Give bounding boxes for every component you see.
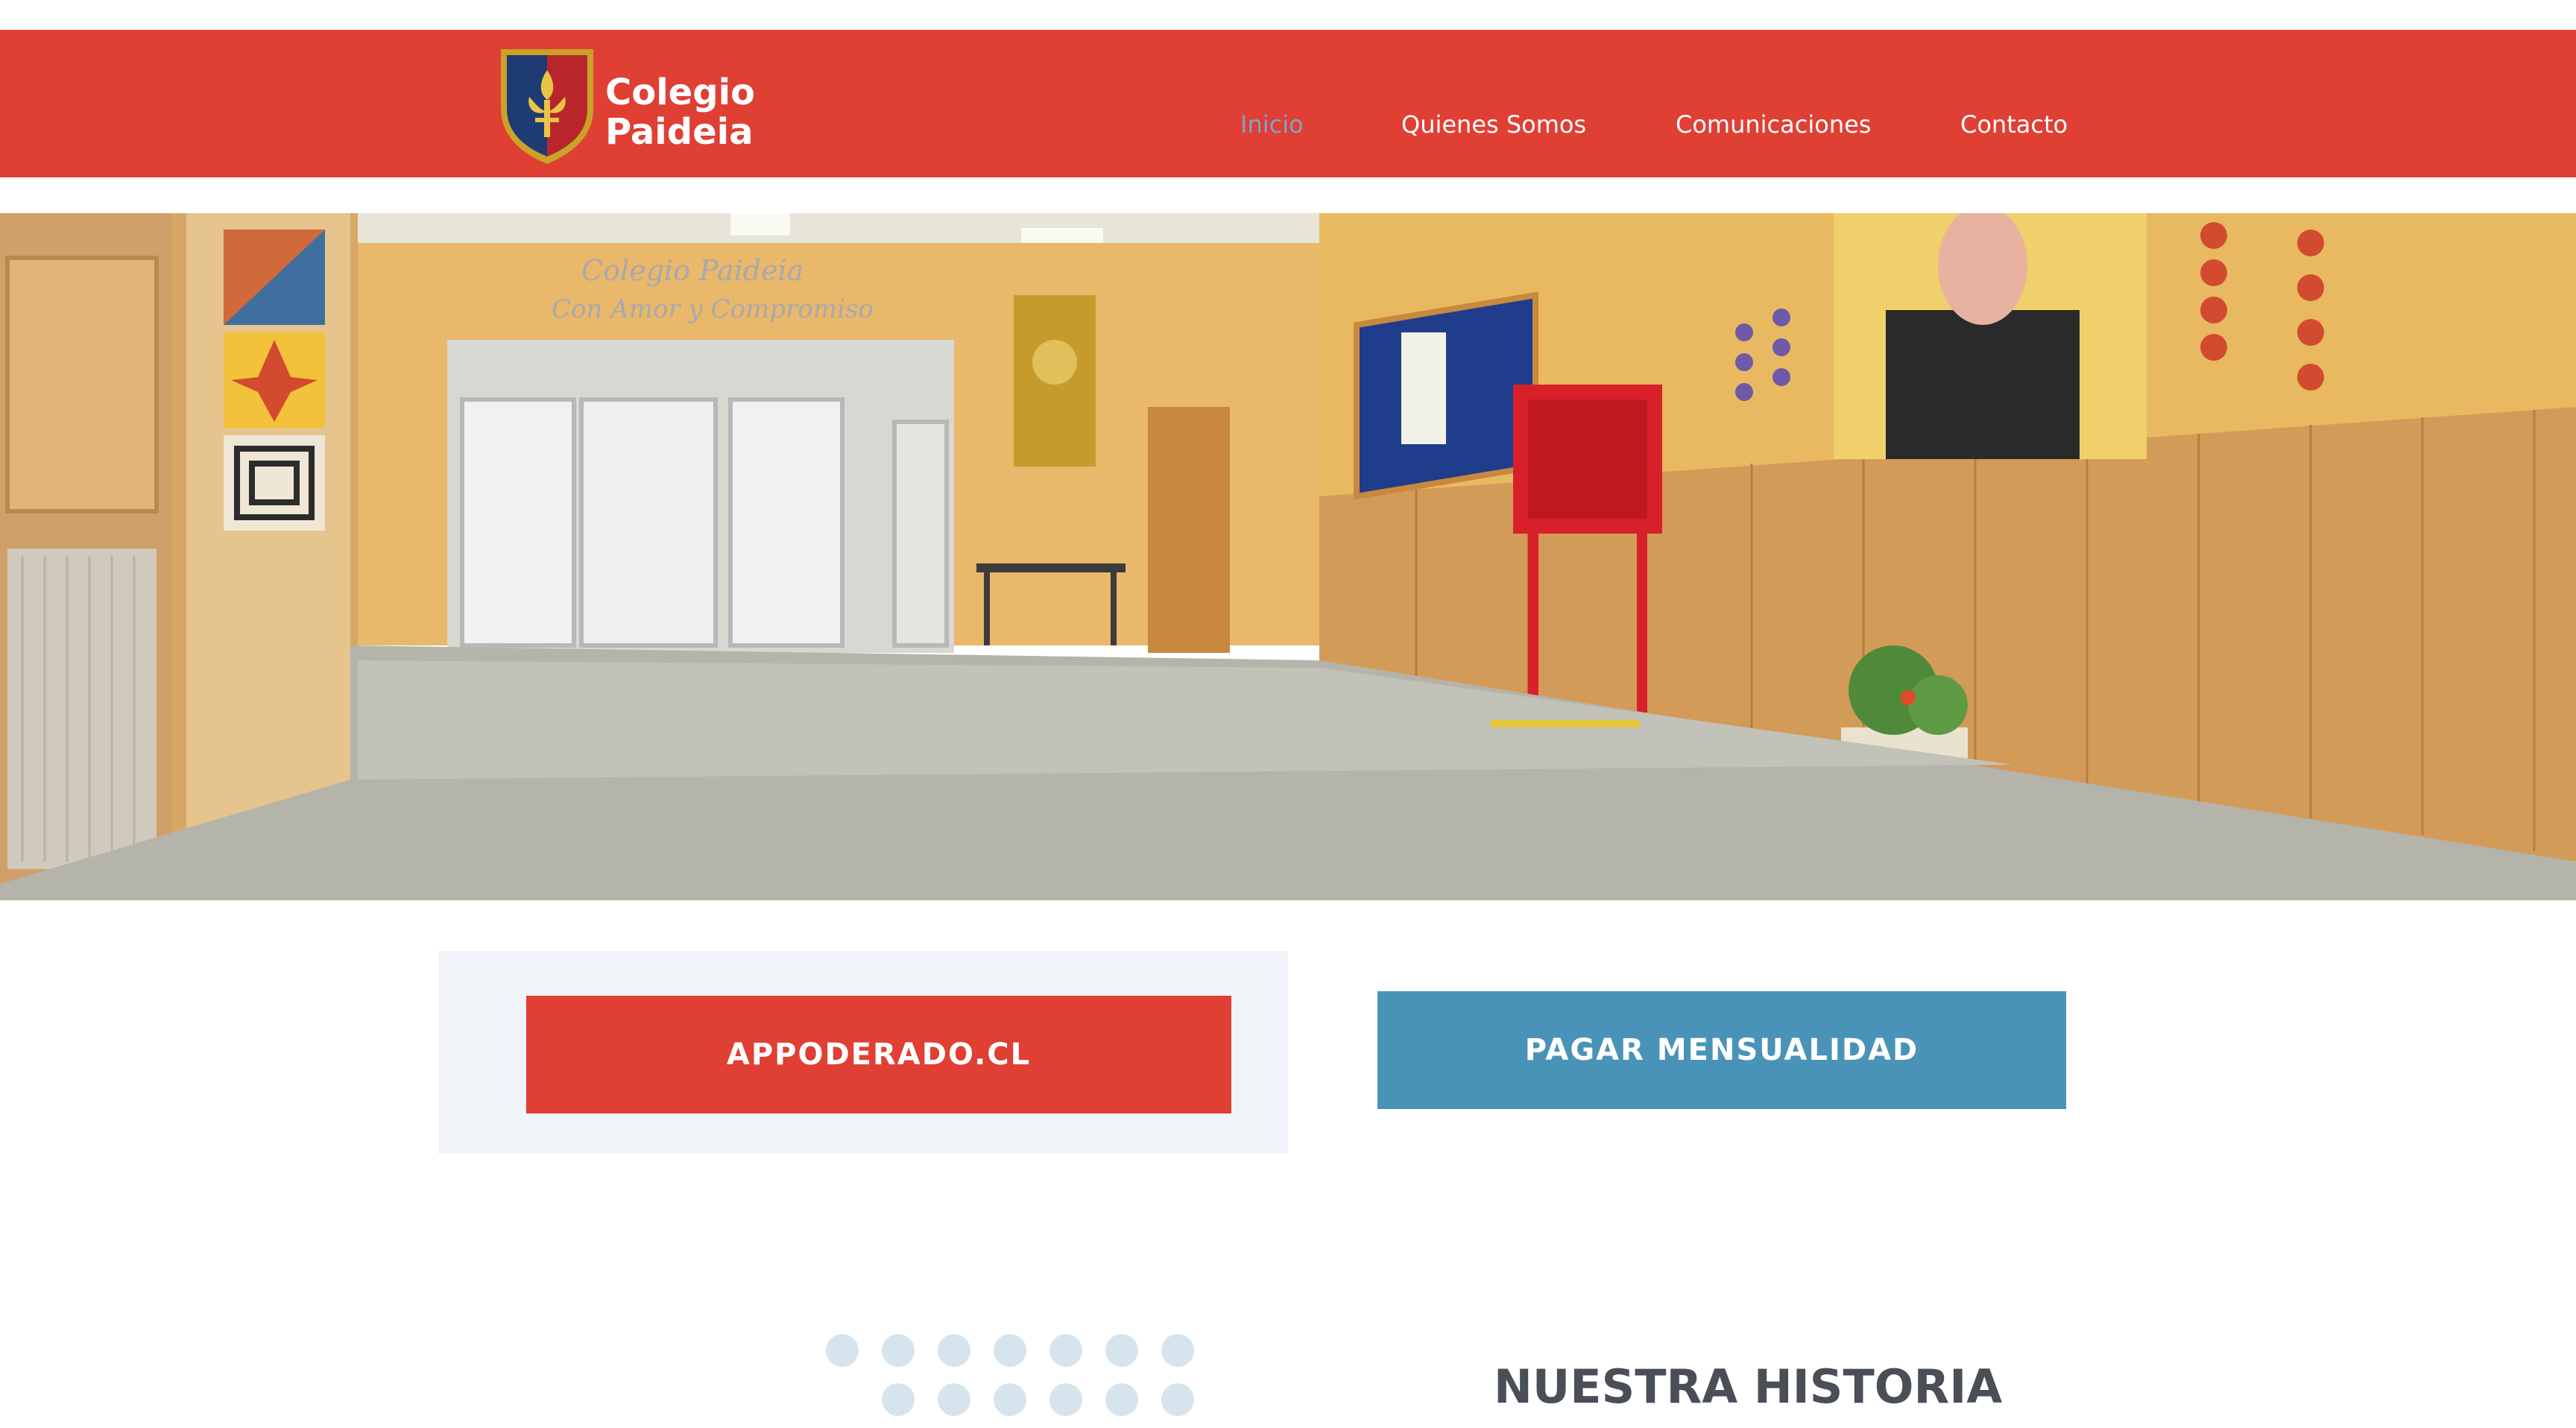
history-title: NUESTRA HISTORIA (1494, 1359, 2003, 1414)
svg-text:Colegio Paideia: Colegio Paideia (581, 254, 804, 287)
site-logo[interactable]: Colegio Paideia (495, 40, 763, 167)
school-crest-icon (501, 49, 593, 164)
brand-name: Colegio Paideia (605, 73, 755, 152)
hero-image: Colegio Paideia Con Amor y Compromiso (0, 213, 2576, 900)
nav-item-inicio[interactable]: Inicio (1240, 110, 1304, 139)
nav-item-comunicaciones[interactable]: Comunicaciones (1676, 110, 1871, 139)
appoderado-button[interactable]: APPODERADO.CL (526, 996, 1231, 1113)
decorative-dots (826, 1334, 1194, 1416)
pagar-mensualidad-button[interactable]: PAGAR MENSUALIDAD (1377, 991, 2066, 1109)
brand-name-line1: Colegio (605, 72, 755, 113)
nav-item-quienes-somos[interactable]: Quienes Somos (1401, 110, 1586, 139)
school-hallway-illustration: Colegio Paideia Con Amor y Compromiso (0, 213, 2576, 900)
brand-name-line2: Paideia (605, 111, 754, 153)
site-header: Colegio Paideia Inicio Quienes Somos Com… (0, 30, 2576, 177)
svg-text:Con Amor y Compromiso: Con Amor y Compromiso (552, 294, 874, 324)
nav-item-contacto[interactable]: Contacto (1960, 110, 2068, 139)
